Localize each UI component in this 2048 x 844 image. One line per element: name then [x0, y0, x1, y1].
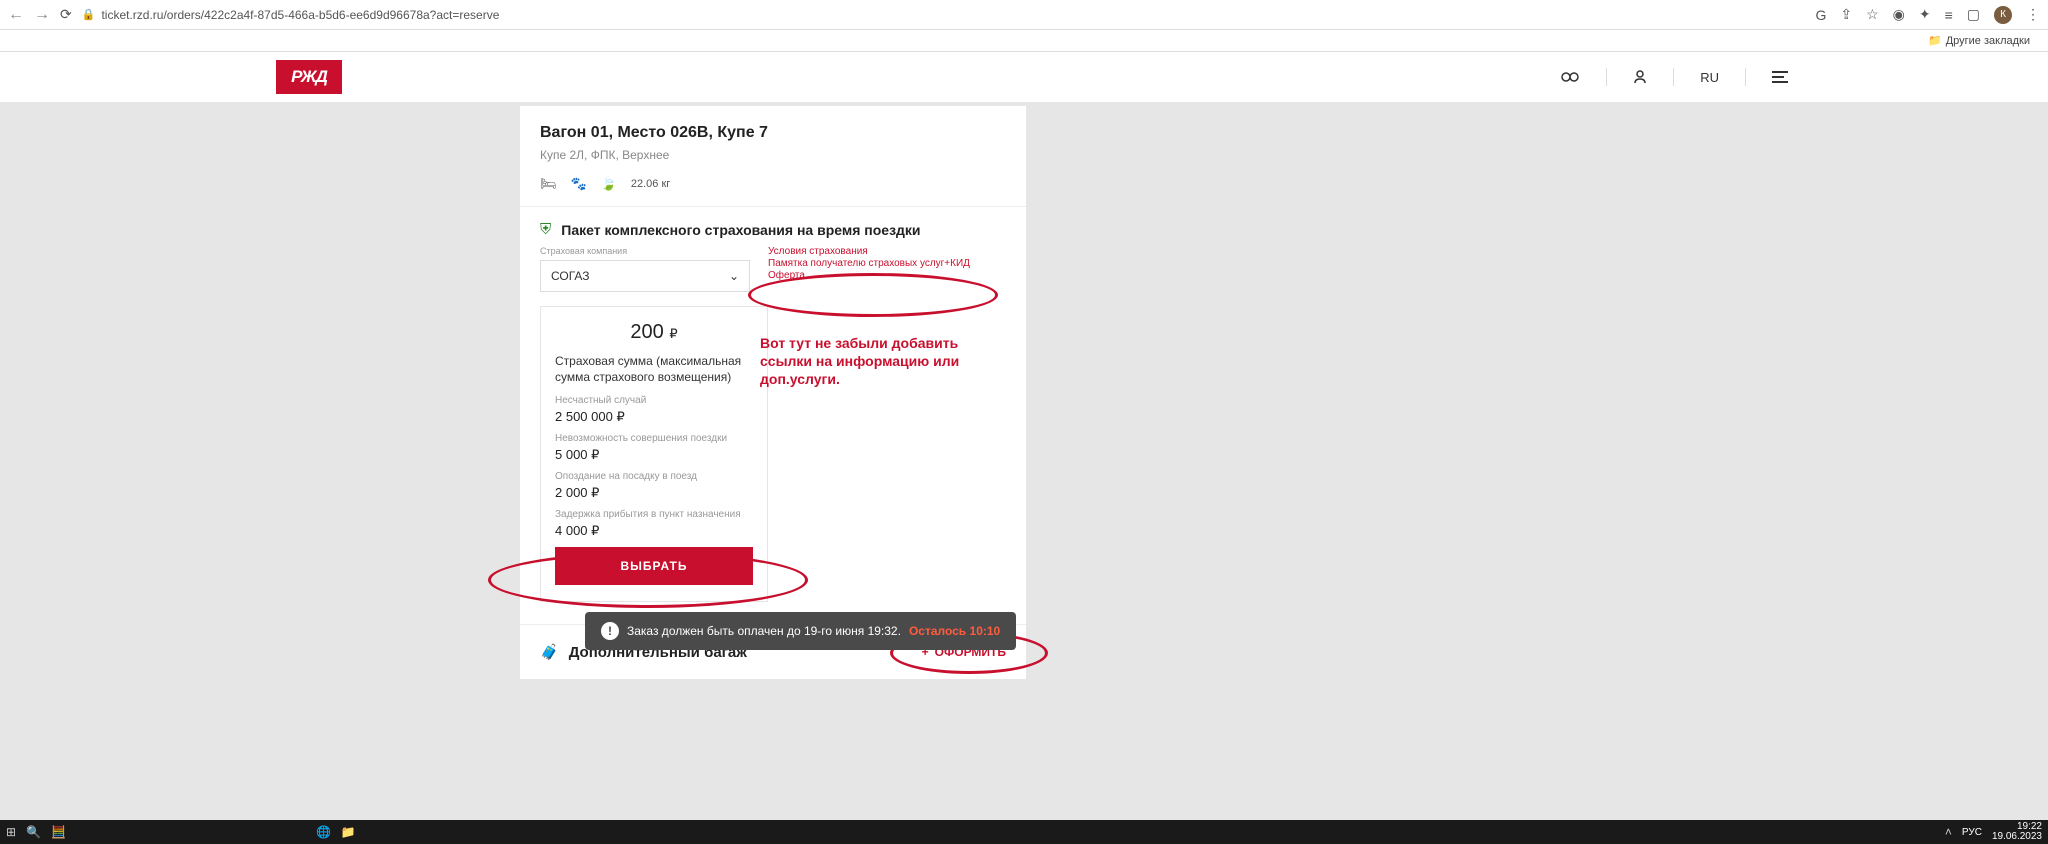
bookmarks-label[interactable]: Другие закладки — [1946, 35, 2030, 47]
link-offer[interactable]: Оферта — [768, 270, 1006, 281]
cov-delay-value: 4 000 ₽ — [555, 523, 753, 539]
company-select[interactable]: СОГАЗ ⌄ — [540, 260, 750, 292]
burger-icon[interactable] — [1772, 71, 1788, 83]
bookmarks-bar: 📁 Другие закладки — [0, 30, 2048, 52]
folder-icon: 📁 — [1928, 34, 1942, 47]
reading-list-icon[interactable]: ≡ — [1945, 7, 1953, 23]
baggage-icon: 🧳 — [540, 643, 559, 661]
browser-actions: G ⇪ ☆ ◉ ✦ ≡ ▢ К ⋮ — [1815, 6, 2040, 24]
language-toggle[interactable]: RU — [1700, 70, 1719, 85]
select-plan-button[interactable]: ВЫБРАТЬ — [555, 547, 753, 585]
vision-icon[interactable] — [1560, 71, 1580, 83]
window-icon[interactable]: ▢ — [1967, 6, 1980, 23]
company-label: Страховая компания — [540, 246, 750, 256]
url-text: ticket.rzd.ru/orders/422c2a4f-87d5-466a-… — [101, 8, 499, 22]
taskbar-date: 19.06.2023 — [1992, 832, 2042, 842]
seat-title: Вагон 01, Место 026В, Купе 7 — [540, 124, 1006, 142]
cov-late-label: Опоздание на посадку в поезд — [555, 471, 753, 482]
annotation-text: Вот тут не забыли добавить ссылки на инф… — [760, 334, 1006, 389]
share-icon[interactable]: ⇪ — [1840, 6, 1852, 23]
taskbar-lang[interactable]: РУС — [1962, 827, 1982, 838]
start-icon[interactable]: ⊞ — [6, 825, 16, 839]
cov-cancel-value: 5 000 ₽ — [555, 447, 753, 463]
tray-up-icon[interactable]: ˄ — [1945, 825, 1952, 839]
weight-value: 22.06 кг — [631, 178, 670, 190]
camera-icon[interactable]: ◉ — [1893, 6, 1905, 23]
payment-toast: ! Заказ должен быть оплачен до 19-го июн… — [585, 612, 1016, 650]
star-icon[interactable]: ☆ — [1866, 6, 1879, 23]
forward-icon[interactable]: → — [34, 6, 50, 24]
site-header: РЖД RU — [0, 52, 2048, 102]
pets-icon: 🐾 — [571, 176, 587, 192]
back-icon[interactable]: ← — [8, 6, 24, 24]
windows-taskbar: ⊞ 🔍 🧮 🌐 📁 ˄ РУС 19:22 19.06.2023 — [0, 820, 2048, 844]
chrome-icon[interactable]: 🌐 — [316, 825, 331, 839]
translate-icon[interactable]: G — [1815, 7, 1826, 23]
link-terms[interactable]: Условия страхования — [768, 246, 1006, 257]
shield-icon: ⛨ — [540, 221, 551, 238]
reload-icon[interactable]: ⟳ — [60, 6, 72, 23]
eco-icon: 🍃 — [601, 176, 617, 192]
seat-subtitle: Купе 2Л, ФПК, Верхнее — [540, 148, 1006, 162]
main-card: Вагон 01, Место 026В, Купе 7 Купе 2Л, ФП… — [520, 106, 1026, 679]
chevron-down-icon: ⌄ — [729, 269, 739, 283]
cov-late-value: 2 000 ₽ — [555, 485, 753, 501]
address-bar[interactable]: 🔒 ticket.rzd.ru/orders/422c2a4f-87d5-466… — [82, 8, 500, 22]
cov-accident-label: Несчастный случай — [555, 395, 753, 406]
plan-price: 200 ₽ — [555, 321, 753, 344]
insurance-plan: 200 ₽ Страховая сумма (максимальная сумм… — [540, 306, 768, 602]
plan-description: Страховая сумма (максимальная сумма стра… — [555, 354, 753, 385]
extensions-icon[interactable]: ✦ — [1919, 6, 1931, 23]
cov-accident-value: 2 500 000 ₽ — [555, 409, 753, 425]
lock-icon: 🔒 — [82, 8, 96, 21]
insurance-title: Пакет комплексного страхования на время … — [561, 222, 920, 238]
rzd-logo[interactable]: РЖД — [276, 60, 342, 94]
menu-icon[interactable]: ⋮ — [2026, 6, 2040, 23]
info-icon: ! — [601, 622, 619, 640]
link-memo[interactable]: Памятка получателю страховых услуг+КИД — [768, 258, 1006, 269]
cov-delay-label: Задержка прибытия в пункт назначения — [555, 509, 753, 520]
calc-icon[interactable]: 🧮 — [51, 825, 66, 839]
explorer-icon[interactable]: 📁 — [341, 825, 356, 839]
cov-cancel-label: Невозможность совершения поездки — [555, 433, 753, 444]
browser-toolbar: ← → ⟳ 🔒 ticket.rzd.ru/orders/422c2a4f-87… — [0, 0, 2048, 30]
search-icon[interactable]: 🔍 — [26, 825, 41, 839]
user-icon[interactable] — [1633, 70, 1647, 84]
profile-avatar[interactable]: К — [1994, 6, 2012, 24]
bed-icon: 🛏 — [540, 176, 557, 192]
